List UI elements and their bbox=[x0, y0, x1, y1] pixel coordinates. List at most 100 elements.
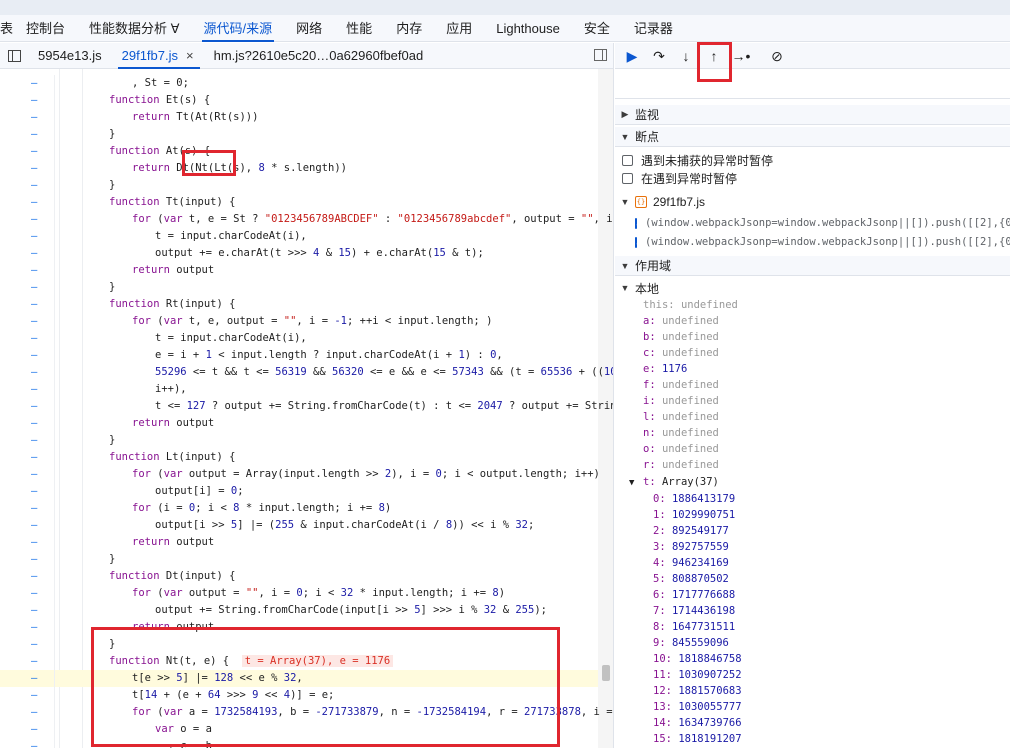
scope-variable[interactable]: this: undefined bbox=[615, 297, 1010, 313]
code-line[interactable]: – return output bbox=[0, 415, 598, 432]
line-gutter[interactable]: – bbox=[0, 415, 55, 432]
code-line[interactable]: – function Lt(input) { bbox=[0, 449, 598, 466]
code-line[interactable]: – 55296 <= t && t <= 56319 && 56320 <= e … bbox=[0, 364, 613, 381]
paused-code-line[interactable]: – t[e >> 5] |= 128 << e % 32, bbox=[0, 670, 598, 687]
array-item[interactable]: 4: 946234169 bbox=[615, 555, 1010, 571]
code-line[interactable]: – return output bbox=[0, 262, 598, 279]
array-item[interactable]: 15: 1818191207 bbox=[615, 731, 1010, 747]
file-tab[interactable]: hm.js?2610e5c20…0a62960fbef0ad bbox=[204, 43, 434, 69]
step-out-button[interactable]: ↑ bbox=[703, 45, 725, 67]
scope-variable[interactable]: e: 1176 bbox=[615, 361, 1010, 377]
main-tab[interactable]: 应用 bbox=[434, 15, 484, 42]
array-item[interactable]: 8: 1647731511 bbox=[615, 619, 1010, 635]
line-gutter[interactable]: – bbox=[0, 126, 55, 143]
line-gutter[interactable]: – bbox=[0, 92, 55, 109]
code-editor[interactable]: – , St = 0; – function Et(s) {– return Tt(At… bbox=[0, 69, 613, 748]
scope-variable[interactable]: f: undefined bbox=[615, 377, 1010, 393]
array-item[interactable]: 14: 1634739766 bbox=[615, 715, 1010, 731]
breakpoint-entry[interactable]: (window.webpackJsonp=window.webpackJsonp… bbox=[615, 233, 1010, 251]
line-gutter[interactable]: – bbox=[0, 75, 55, 92]
scope-variable[interactable]: l: undefined bbox=[615, 409, 1010, 425]
main-tab[interactable]: 内存 bbox=[384, 15, 434, 42]
code-line[interactable]: – function Et(s) { bbox=[0, 92, 598, 109]
local-scope-header[interactable]: ▼ 本地 bbox=[615, 279, 1010, 297]
code-line[interactable]: –} bbox=[0, 636, 598, 653]
line-gutter[interactable]: – bbox=[0, 228, 55, 245]
code-line[interactable]: – for (var t, e, output = "", i = -1; ++i… bbox=[0, 313, 598, 330]
line-gutter[interactable]: – bbox=[0, 143, 55, 160]
array-item[interactable]: 10: 1818846758 bbox=[615, 651, 1010, 667]
line-gutter[interactable]: – bbox=[0, 534, 55, 551]
code-line[interactable]: – t <= 127 ? output += String.fromCharCod… bbox=[0, 398, 613, 415]
line-gutter[interactable]: – bbox=[0, 330, 55, 347]
code-line[interactable]: – function Rt(input) { bbox=[0, 296, 598, 313]
line-gutter[interactable]: – bbox=[0, 449, 55, 466]
scope-section-header[interactable]: ▼ 作用域 bbox=[615, 256, 1010, 276]
line-gutter[interactable]: – bbox=[0, 177, 55, 194]
main-tab[interactable]: 源代码/来源 bbox=[192, 15, 285, 42]
line-gutter[interactable]: – bbox=[0, 517, 55, 534]
deactivate-breakpoints-button[interactable]: ⊘ bbox=[766, 45, 788, 67]
code-line[interactable]: – for (var output = Array(input.length >>… bbox=[0, 466, 600, 483]
breakpoint-file-row[interactable]: ▼ {} 29f1fb7.js bbox=[615, 193, 1010, 211]
line-gutter[interactable]: – bbox=[0, 279, 55, 296]
line-gutter[interactable]: – bbox=[0, 398, 55, 415]
code-line[interactable]: – function Nt(t, e) { t = Array(37), e = … bbox=[0, 653, 598, 670]
breakpoint-checkbox[interactable] bbox=[635, 236, 637, 248]
array-item[interactable]: 11: 1030907252 bbox=[615, 667, 1010, 683]
array-item[interactable]: 6: 1717776688 bbox=[615, 587, 1010, 603]
code-line[interactable]: – i++), bbox=[0, 381, 598, 398]
line-gutter[interactable]: – bbox=[0, 721, 55, 738]
scope-variable[interactable]: b: undefined bbox=[615, 329, 1010, 345]
breakpoint-checkbox[interactable] bbox=[635, 217, 637, 229]
watch-section-header[interactable]: ▶ 监视 bbox=[615, 105, 1010, 125]
line-gutter[interactable]: – bbox=[0, 211, 55, 228]
array-item[interactable]: 7: 1714436198 bbox=[615, 603, 1010, 619]
scope-variable[interactable]: i: undefined bbox=[615, 393, 1010, 409]
array-item[interactable]: 1: 1029990751 bbox=[615, 507, 1010, 523]
array-item[interactable]: 13: 1030055777 bbox=[615, 699, 1010, 715]
code-line[interactable]: – for (var a = 1732584193, b = -271733879… bbox=[0, 704, 613, 721]
line-gutter[interactable]: – bbox=[0, 262, 55, 279]
line-gutter[interactable]: – bbox=[0, 364, 55, 381]
main-tab[interactable]: 安全 bbox=[572, 15, 622, 42]
code-line[interactable]: – e = i + 1 < input.length ? input.charCo… bbox=[0, 347, 598, 364]
line-gutter[interactable]: – bbox=[0, 551, 55, 568]
navigator-toggle-button[interactable] bbox=[0, 43, 28, 69]
code-line[interactable]: – t[14 + (e + 64 >>> 9 << 4)] = e; bbox=[0, 687, 598, 704]
line-gutter[interactable]: – bbox=[0, 738, 55, 748]
line-gutter[interactable]: – bbox=[0, 636, 55, 653]
pause-caught-checkbox[interactable] bbox=[622, 172, 633, 184]
code-line[interactable]: – for (var output = "", i = 0; i < 32 * i… bbox=[0, 585, 598, 602]
main-tab[interactable]: 性能 bbox=[334, 15, 384, 42]
scope-variable[interactable]: o: undefined bbox=[615, 441, 1010, 457]
line-gutter[interactable]: – bbox=[0, 568, 55, 585]
line-gutter[interactable]: – bbox=[0, 619, 55, 636]
code-line[interactable]: – , St = 0; bbox=[0, 75, 598, 92]
array-item[interactable]: 3: 892757559 bbox=[615, 539, 1010, 555]
code-line[interactable]: – t = input.charCodeAt(i), bbox=[0, 228, 598, 245]
line-gutter[interactable]: – bbox=[0, 483, 55, 500]
line-gutter[interactable]: – bbox=[0, 687, 55, 704]
code-line[interactable]: – return Tt(At(Rt(s))) bbox=[0, 109, 598, 126]
resume-button[interactable]: ▶ bbox=[621, 45, 643, 67]
code-line[interactable]: – output[i] = 0; bbox=[0, 483, 598, 500]
line-gutter[interactable]: – bbox=[0, 194, 55, 211]
code-line[interactable]: – for (i = 0; i < 8 * input.length; i += … bbox=[0, 500, 598, 517]
line-gutter[interactable]: – bbox=[0, 160, 55, 177]
code-line[interactable]: – , c = b bbox=[0, 738, 598, 748]
code-line[interactable]: –} bbox=[0, 126, 598, 143]
line-gutter[interactable]: – bbox=[0, 500, 55, 517]
code-line[interactable]: –} bbox=[0, 551, 598, 568]
array-item[interactable]: 12: 1881570683 bbox=[615, 683, 1010, 699]
code-line[interactable]: –} bbox=[0, 279, 598, 296]
line-gutter[interactable]: – bbox=[0, 432, 55, 449]
line-gutter[interactable]: – bbox=[0, 602, 55, 619]
code-line[interactable]: –} bbox=[0, 177, 598, 194]
array-item[interactable]: 0: 1886413179 bbox=[615, 491, 1010, 507]
line-gutter[interactable]: – bbox=[0, 347, 55, 364]
pause-uncaught-checkbox[interactable] bbox=[622, 154, 633, 166]
code-line[interactable]: – function At(s) { bbox=[0, 143, 598, 160]
code-line[interactable]: – output[i >> 5] |= (255 & input.charCode… bbox=[0, 517, 598, 534]
line-gutter[interactable]: – bbox=[0, 585, 55, 602]
